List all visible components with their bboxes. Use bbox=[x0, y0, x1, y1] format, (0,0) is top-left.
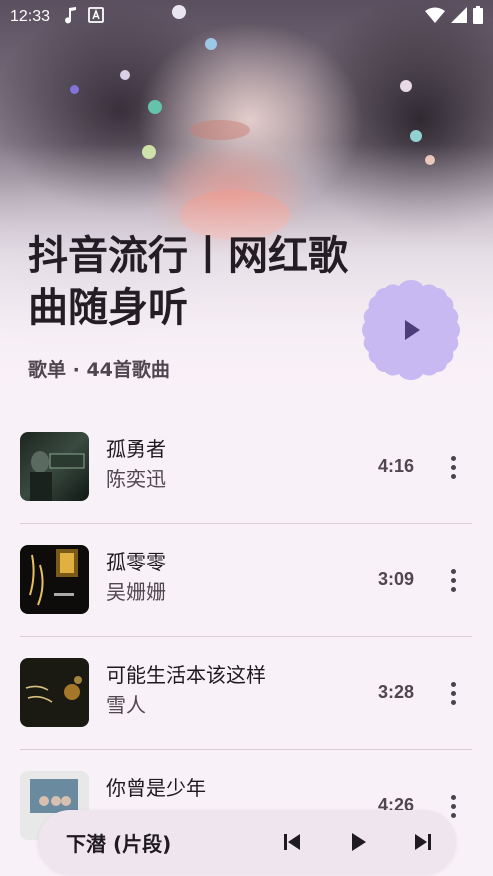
font-a-icon bbox=[88, 7, 104, 27]
song-duration: 3:28 bbox=[378, 682, 415, 702]
song-title: 可能生活本该这样 bbox=[106, 663, 266, 687]
skip-previous-button[interactable] bbox=[276, 826, 308, 858]
song-title: 你曾是少年 bbox=[106, 776, 206, 800]
now-playing-title: 下潜 (片段) bbox=[66, 831, 172, 856]
play-all-button[interactable] bbox=[359, 278, 463, 382]
wifi-icon bbox=[425, 7, 445, 27]
skip-next-icon bbox=[415, 834, 431, 850]
divider bbox=[20, 523, 472, 524]
battery-icon bbox=[473, 6, 483, 28]
album-art bbox=[20, 545, 89, 614]
song-title: 孤零零 bbox=[106, 550, 166, 574]
skip-previous-icon bbox=[284, 834, 300, 850]
song-artist: 吴姗姗 bbox=[106, 580, 166, 604]
music-note-icon bbox=[64, 6, 78, 28]
play-icon bbox=[352, 833, 366, 851]
more-options-icon[interactable] bbox=[441, 791, 465, 821]
status-bar: 12:33 bbox=[0, 0, 493, 34]
song-artist: 陈奕迅 bbox=[106, 467, 166, 491]
more-options-icon[interactable] bbox=[441, 452, 465, 482]
play-button[interactable] bbox=[342, 826, 374, 858]
song-row[interactable]: 孤勇者 陈奕迅 4:16 bbox=[0, 412, 493, 525]
signal-icon bbox=[451, 7, 467, 27]
divider bbox=[20, 636, 472, 637]
status-time: 12:33 bbox=[10, 8, 51, 25]
album-art bbox=[20, 658, 89, 727]
song-duration: 4:16 bbox=[378, 456, 415, 476]
more-options-icon[interactable] bbox=[441, 565, 465, 595]
song-artist: 雪人 bbox=[106, 693, 146, 717]
song-row[interactable]: 可能生活本该这样 雪人 3:28 bbox=[0, 638, 493, 751]
skip-next-button[interactable] bbox=[407, 826, 439, 858]
divider bbox=[20, 749, 472, 750]
playlist-meta: 歌单 · 44首歌曲 bbox=[28, 359, 170, 381]
more-options-icon[interactable] bbox=[441, 678, 465, 708]
mini-player[interactable]: 下潜 (片段) bbox=[38, 810, 456, 874]
song-title: 孤勇者 bbox=[106, 437, 166, 461]
playlist-title: 抖音流行丨网红歌曲随身听 bbox=[28, 233, 348, 331]
song-row[interactable]: 孤零零 吴姗姗 3:09 bbox=[0, 525, 493, 638]
song-duration: 3:09 bbox=[378, 569, 415, 589]
album-art bbox=[20, 432, 89, 501]
